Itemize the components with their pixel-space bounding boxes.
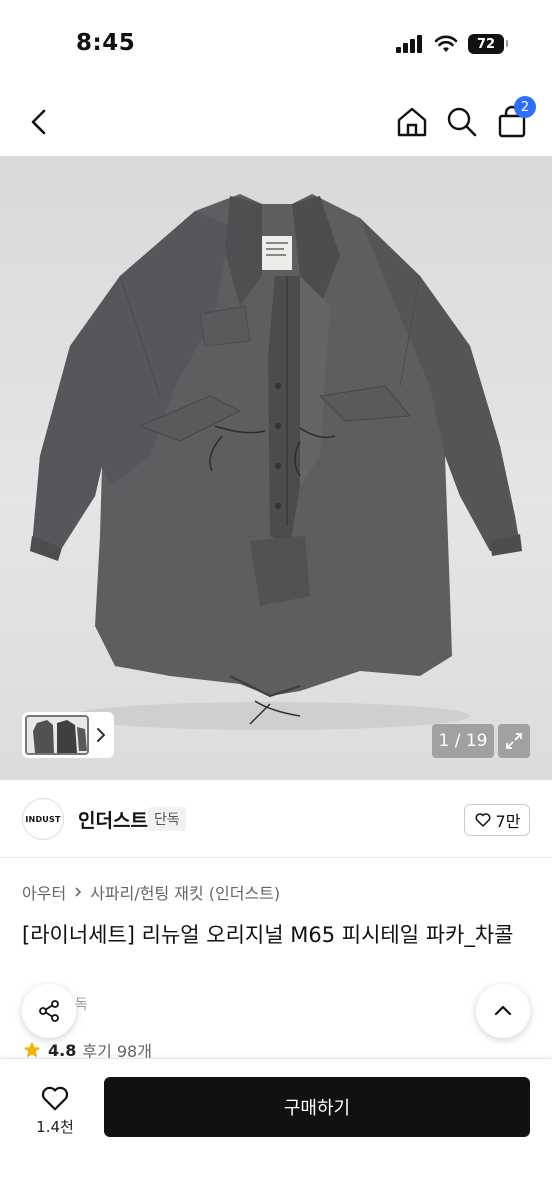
chevron-left-icon bbox=[31, 109, 46, 135]
breadcrumb: 아우터 사파리/헌팅 재킷 (인더스트) bbox=[22, 880, 280, 904]
image-counter: 1 / 19 bbox=[432, 724, 494, 758]
wifi-icon bbox=[434, 35, 458, 52]
bottom-action-bar: 1.4천 구매하기 bbox=[0, 1058, 552, 1200]
brand-like-button[interactable]: 7만 bbox=[464, 804, 530, 836]
top-nav: 2 bbox=[0, 90, 552, 156]
signal-icon bbox=[396, 35, 422, 53]
thumbnail-image[interactable] bbox=[25, 715, 89, 755]
expand-icon bbox=[506, 733, 522, 749]
cart-count-badge: 2 bbox=[514, 96, 536, 118]
scroll-top-button[interactable] bbox=[476, 984, 530, 1038]
home-button[interactable] bbox=[394, 104, 430, 140]
breadcrumb-parent[interactable]: 아우터 bbox=[22, 880, 66, 904]
wishlist-button[interactable]: 1.4천 bbox=[22, 1077, 88, 1143]
brand-like-count: 7만 bbox=[495, 812, 521, 831]
search-button[interactable] bbox=[444, 104, 480, 140]
back-button[interactable] bbox=[22, 104, 58, 140]
battery-indicator: 72 bbox=[468, 34, 508, 54]
expand-button[interactable] bbox=[498, 724, 530, 758]
heart-icon bbox=[475, 813, 491, 827]
status-bar: 8:45 72 bbox=[0, 0, 552, 90]
cart-button[interactable]: 2 bbox=[494, 96, 536, 140]
brand-logo[interactable]: INDUST bbox=[22, 798, 64, 840]
chevron-right-icon bbox=[97, 728, 105, 742]
buy-button[interactable]: 구매하기 bbox=[104, 1077, 530, 1137]
thumbnail-strip[interactable] bbox=[22, 712, 114, 758]
chevron-right-icon bbox=[75, 887, 82, 897]
brand-row: INDUST 인더스트 단독 7만 bbox=[0, 780, 552, 858]
exclusive-tag: 단독 bbox=[148, 807, 186, 831]
home-icon bbox=[397, 107, 427, 137]
product-image bbox=[30, 194, 522, 730]
search-icon bbox=[447, 107, 477, 137]
status-time: 8:45 bbox=[76, 30, 136, 56]
brand-name[interactable]: 인더스트 bbox=[78, 806, 148, 833]
status-icons: 72 bbox=[396, 34, 508, 54]
product-title: [라이너세트] 리뉴얼 오리지널 M65 피시테일 파카_차콜 bbox=[22, 923, 514, 947]
wishlist-count: 1.4천 bbox=[36, 1117, 74, 1136]
share-button[interactable] bbox=[22, 984, 76, 1038]
breadcrumb-child[interactable]: 사파리/헌팅 재킷 (인더스트) bbox=[90, 880, 280, 904]
thumbnail-jacket-icon bbox=[27, 717, 87, 753]
rating-value: 4.8 bbox=[48, 1040, 77, 1060]
product-image-gallery[interactable]: 1 / 19 bbox=[0, 156, 552, 780]
share-icon bbox=[39, 1000, 59, 1022]
star-icon bbox=[23, 1041, 41, 1058]
heart-icon bbox=[41, 1086, 69, 1110]
chevron-up-icon bbox=[494, 1005, 512, 1016]
